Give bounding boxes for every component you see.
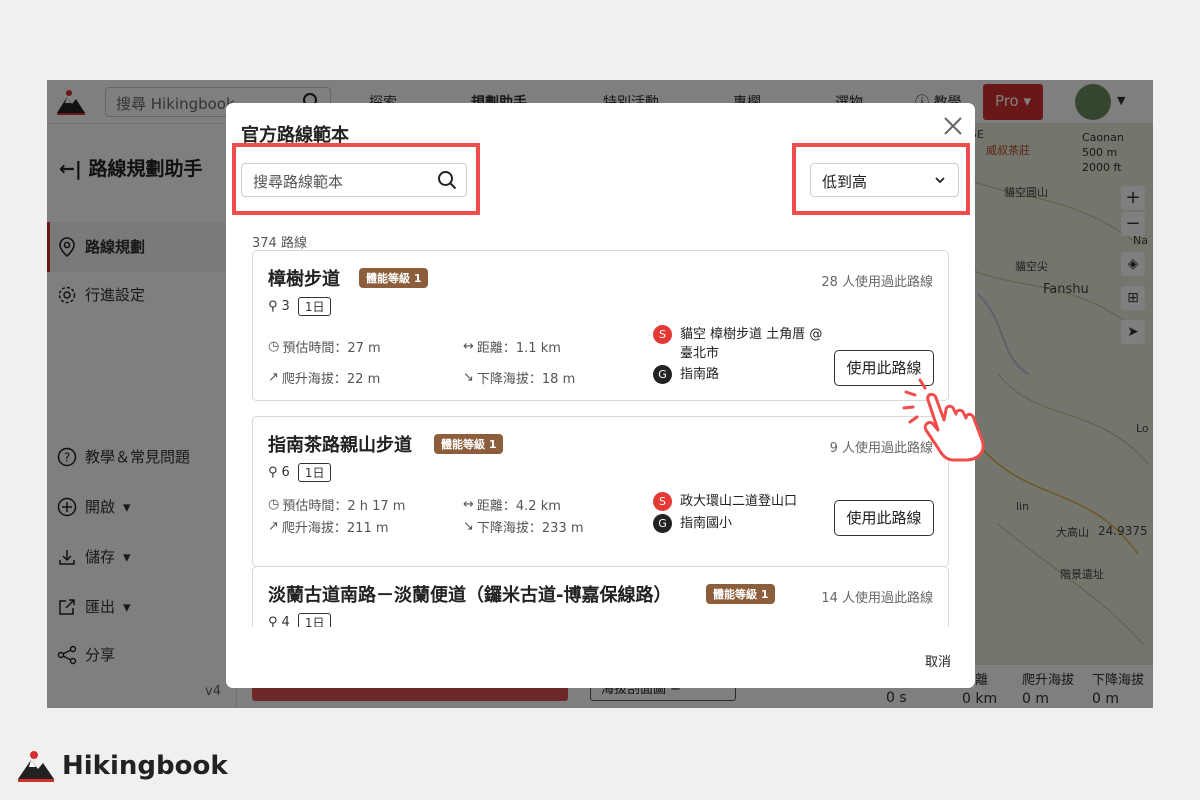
route-distance-text: 距離：4.2 km: [476, 499, 561, 514]
clock-icon: ◷: [268, 339, 280, 354]
route-name: 指南茶路親山步道: [268, 435, 412, 456]
route-descent-text: 下降海拔：18 m: [476, 372, 576, 387]
route-name: 淡蘭古道南路－淡蘭便道（鑼米古道-博嘉保線路）: [268, 585, 672, 606]
fitness-badge: 體能等級 1: [434, 434, 504, 454]
route-meta: ⚲ 6 1日: [268, 463, 332, 482]
used-count: 14 人使用過此路線: [821, 591, 933, 606]
pin-icon: ⚲: [268, 465, 278, 480]
fitness-badge: 體能等級 1: [359, 268, 429, 288]
day-tag: 1日: [297, 463, 332, 482]
tap-hand-icon: [902, 378, 985, 462]
pin-icon: ⚲: [268, 615, 278, 627]
start-point: S 政大環山二道登山口: [653, 492, 830, 511]
route-count: 374 路線: [252, 236, 307, 251]
brand-name: Hikingbook: [62, 751, 228, 781]
start-marker-icon: S: [653, 325, 672, 344]
route-descent: ↘ 下降海拔：18 m: [463, 368, 575, 387]
route-time: ◷ 預估時間：27 m: [268, 337, 381, 356]
route-template-modal: 官方路線範本 搜尋路線範本 低到高 374 路線 樟樹步道 體能等級 1 28 …: [226, 103, 975, 688]
route-ascent-text: 爬升海拔：22 m: [281, 372, 381, 387]
cancel-button[interactable]: 取消: [925, 651, 951, 670]
route-list: 樟樹步道 體能等級 1 28 人使用過此路線 ⚲ 3 1日 ◷ 預估時間：27 m…: [252, 250, 949, 627]
start-point-text: 貓空 樟樹步道 土角厝 @ 臺北市: [680, 327, 823, 361]
start-point: S 貓空 樟樹步道 土角厝 @ 臺北市: [653, 325, 830, 363]
search-highlight-box: [232, 143, 480, 215]
route-meta: ⚲ 3 1日: [268, 297, 332, 316]
use-route-button[interactable]: 使用此路線: [834, 500, 934, 536]
pin-icon: ⚲: [268, 299, 278, 314]
point-count: 6: [281, 465, 290, 480]
route-distance-text: 距離：1.1 km: [476, 341, 561, 356]
route-time-text: 預估時間：2 h 17 m: [282, 499, 406, 514]
point-count: 3: [281, 299, 290, 314]
point-count: 4: [281, 615, 290, 627]
ascent-arrow-icon: ↗: [268, 370, 279, 385]
brand-footer: Hikingbook: [16, 750, 228, 782]
route-name: 樟樹步道: [268, 269, 340, 290]
route-ascent: ↗ 爬升海拔：22 m: [268, 368, 380, 387]
start-point-text: 政大環山二道登山口: [680, 494, 798, 509]
route-ascent-text: 爬升海拔：211 m: [281, 521, 389, 536]
route-time: ◷ 預估時間：2 h 17 m: [268, 495, 405, 514]
route-card[interactable]: 指南茶路親山步道 體能等級 1 9 人使用過此路線 ⚲ 6 1日 ◷ 預估時間：2…: [252, 416, 949, 567]
clock-icon: ◷: [268, 497, 280, 512]
route-time-text: 預估時間：27 m: [282, 341, 381, 356]
ascent-arrow-icon: ↗: [268, 519, 279, 534]
route-card[interactable]: 樟樹步道 體能等級 1 28 人使用過此路線 ⚲ 3 1日 ◷ 預估時間：27 m…: [252, 250, 949, 401]
route-descent-text: 下降海拔：233 m: [476, 521, 584, 536]
end-point-text: 指南國小: [680, 516, 733, 531]
route-card[interactable]: 淡蘭古道南路－淡蘭便道（鑼米古道-博嘉保線路） 體能等級 1 14 人使用過此路…: [252, 566, 949, 627]
arrows-horizontal-icon: ↔: [463, 339, 474, 354]
arrows-horizontal-icon: ↔: [463, 497, 474, 512]
end-point-text: 指南路: [680, 367, 720, 382]
route-descent: ↘ 下降海拔：233 m: [463, 517, 584, 536]
goal-marker-icon: G: [653, 365, 672, 384]
route-distance: ↔ 距離：1.1 km: [463, 337, 561, 356]
descent-arrow-icon: ↘: [463, 519, 474, 534]
hikingbook-logo-icon: [18, 751, 54, 782]
route-distance: ↔ 距離：4.2 km: [463, 495, 561, 514]
close-icon[interactable]: [942, 115, 964, 137]
route-ascent: ↗ 爬升海拔：211 m: [268, 517, 389, 536]
end-point: G 指南路: [653, 365, 830, 384]
descent-arrow-icon: ↘: [463, 370, 474, 385]
used-count: 28 人使用過此路線: [821, 275, 933, 290]
goal-marker-icon: G: [653, 514, 672, 533]
route-meta: ⚲ 4 1日: [268, 613, 332, 627]
sort-highlight-box: [792, 143, 970, 215]
fitness-badge: 體能等級 1: [706, 584, 776, 604]
day-tag: 1日: [297, 297, 332, 316]
start-marker-icon: S: [653, 492, 672, 511]
day-tag: 1日: [297, 613, 332, 627]
end-point: G 指南國小: [653, 514, 830, 533]
